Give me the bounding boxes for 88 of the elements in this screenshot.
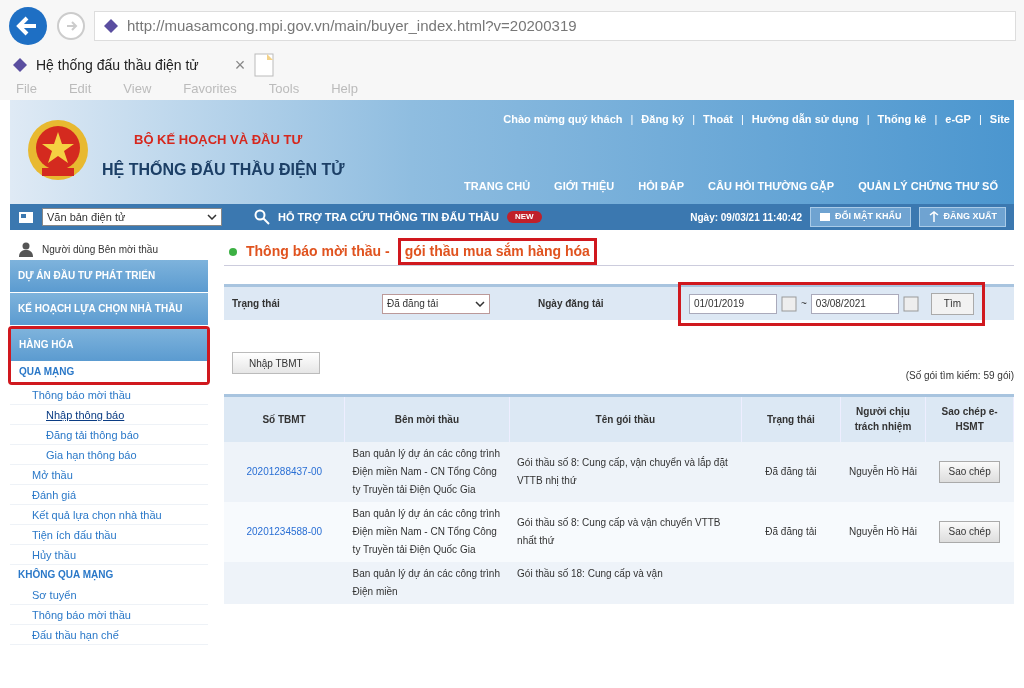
calendar-icon[interactable] xyxy=(781,295,797,312)
user-role: Người dùng Bên mời thầu xyxy=(42,242,158,257)
close-tab-button[interactable]: × xyxy=(234,51,246,79)
range-separator: ~ xyxy=(801,297,807,311)
sidebar-link[interactable]: Thông báo mời thầu xyxy=(10,605,208,625)
calendar-icon[interactable] xyxy=(902,295,919,312)
site-icon xyxy=(103,18,119,34)
table-cell-text: Ban quản lý dự án các công trình Điện miền Nam - CN Tổng Công ty Truyền tải Điện Quốc Gia xyxy=(352,446,501,497)
sidebar-link[interactable]: Tiện ích đấu thầu xyxy=(10,525,208,545)
bullet-icon xyxy=(228,246,238,257)
link-separator: | xyxy=(934,111,938,127)
status-select[interactable]: Đã đăng tải xyxy=(382,293,490,314)
sidebar-link[interactable]: Đánh giá xyxy=(10,485,208,505)
nav-link[interactable]: HỎI ĐÁP xyxy=(638,178,685,195)
table-cell-text: Gói thầu số 8: Cung cấp, vận chuyển và lắp đặt VTTB nhị thứ xyxy=(517,455,729,488)
sidebar-link[interactable]: Kết quả lựa chọn nhà thầu xyxy=(10,505,208,525)
sidebar-link[interactable]: Gia hạn thông báo xyxy=(10,445,208,465)
sidebar-link[interactable]: Sơ tuyển xyxy=(10,585,208,605)
column-header: Tên gói thầu xyxy=(509,395,742,442)
link-separator: | xyxy=(692,111,695,127)
address-bar[interactable]: http://muasamcong.mpi.gov.vn/main/buyer_index.html?v=20200319 xyxy=(94,11,1016,41)
table-cell-text: Đã đăng tải xyxy=(764,464,818,479)
top-link[interactable]: Đăng ký xyxy=(641,110,685,128)
link-separator: | xyxy=(866,111,870,127)
new-tab-icon[interactable] xyxy=(253,53,276,77)
sidebar-link[interactable]: Đăng tải thông báo xyxy=(10,425,208,445)
result-count: (Số gói tìm kiếm: 59 gói) xyxy=(905,368,1014,383)
forward-button-icon[interactable] xyxy=(56,11,86,41)
sidebar-section[interactable]: KẾ HOẠCH LỰA CHỌN NHÀ THẦU xyxy=(10,293,208,326)
table-cell-text: Nguyễn Hồ Hải xyxy=(848,524,918,539)
add-notice-button[interactable]: Nhập TBMT xyxy=(232,352,320,374)
link-separator: | xyxy=(740,111,744,127)
table-cell-text: Đã đăng tải xyxy=(764,524,818,539)
caret-icon xyxy=(475,300,485,307)
caret-icon xyxy=(207,214,217,220)
sidebar-link[interactable]: Thông báo mời thầu xyxy=(10,385,208,405)
notice-number-link[interactable]: 20201234588-00 xyxy=(246,525,323,537)
sidebar-link[interactable]: Đấu thầu hạn chế xyxy=(10,625,208,645)
sidebar-section[interactable]: DỰ ÁN ĐẦU TƯ PHÁT TRIỂN xyxy=(10,260,208,293)
link-separator: | xyxy=(630,111,634,127)
table-cell-text: Ban quản lý dự án các công trình Điện miền xyxy=(352,566,501,599)
page-title: Thông báo mời thầu - xyxy=(246,242,390,261)
toolbar-button[interactable]: ĐỔI MẬT KHẨU xyxy=(810,207,911,227)
browser-tab[interactable]: Hệ thống đấu thầu điện tử xyxy=(8,54,203,76)
filter-label: Trạng thái xyxy=(232,297,281,311)
date-field[interactable]: 03/08/2021 xyxy=(810,293,899,314)
column-header: Số TBMT xyxy=(224,395,345,442)
table-cell-text: Gói thầu số 8: Cung cấp và vận chuyển VTTB nhất thứ xyxy=(517,515,722,548)
system-name: HỆ THỐNG ĐẤU THẦU ĐIỆN TỬ xyxy=(102,159,345,180)
column-header: Người chịu trách nhiệm xyxy=(840,395,926,442)
nav-link[interactable]: QUẢN LÝ CHỨNG THƯ SỐ xyxy=(858,178,998,195)
document-type-select[interactable]: Văn bản điện tử xyxy=(42,208,222,226)
emblem-icon xyxy=(26,118,90,182)
column-header: Bên mời thầu xyxy=(344,395,510,442)
site-icon xyxy=(12,57,28,73)
support-link[interactable]: HỖ TRỢ TRA CỨU THÔNG TIN ĐẤU THẦU xyxy=(278,208,499,226)
page-title-highlight: gói thầu mua sắm hàng hóa xyxy=(397,238,597,265)
sidebar-link[interactable]: Nhập thông báo xyxy=(10,405,208,425)
link-separator: | xyxy=(978,111,982,127)
top-link[interactable]: Thống kê xyxy=(877,110,927,128)
top-link[interactable]: Hướng dẫn sử dụng xyxy=(751,110,859,128)
toolbar-button[interactable]: ĐĂNG XUẤT xyxy=(918,207,1006,227)
copy-button[interactable]: Sao chép xyxy=(939,520,1000,543)
top-link[interactable]: Site xyxy=(989,110,1010,128)
column-header: Sao chép e-HSMT xyxy=(925,395,1014,442)
date-text: Ngày: 09/03/21 11:40:42 xyxy=(690,210,802,225)
table-cell-text: Nguyễn Hồ Hải xyxy=(848,464,918,479)
search-icon xyxy=(254,209,270,225)
ministry-name: BỘ KẾ HOẠCH VÀ ĐẦU TƯ xyxy=(134,131,304,149)
back-button-icon[interactable] xyxy=(8,6,48,46)
user-icon xyxy=(18,241,34,257)
date-field[interactable]: 01/01/2019 xyxy=(689,293,777,314)
search-button[interactable]: Tìm xyxy=(930,292,975,315)
top-link[interactable]: Thoát xyxy=(703,110,733,128)
top-link[interactable]: e-GP xyxy=(945,110,971,128)
column-header: Trạng thái xyxy=(741,395,841,442)
table-cell-text: Ban quản lý dự án các công trình Điện miền Nam - CN Tổng Công ty Truyền tải Điện Quốc Gia xyxy=(352,506,501,557)
new-badge: NEW xyxy=(507,211,542,223)
arrow-icon xyxy=(927,211,940,223)
filter-label: Ngày đăng tải xyxy=(538,297,605,311)
card-icon xyxy=(819,211,831,223)
table-cell-text: Gói thầu số 18: Cung cấp và vận xyxy=(517,566,664,581)
nav-link[interactable]: CÂU HỎI THƯỜNG GẶP xyxy=(708,178,835,195)
sidebar-link[interactable]: Mở thầu xyxy=(10,465,208,485)
copy-button[interactable]: Sao chép xyxy=(939,460,1000,483)
sidebar-section[interactable]: HÀNG HÓA xyxy=(11,329,207,362)
notice-number-link[interactable]: 20201288437-00 xyxy=(246,465,323,477)
document-icon xyxy=(18,209,34,225)
